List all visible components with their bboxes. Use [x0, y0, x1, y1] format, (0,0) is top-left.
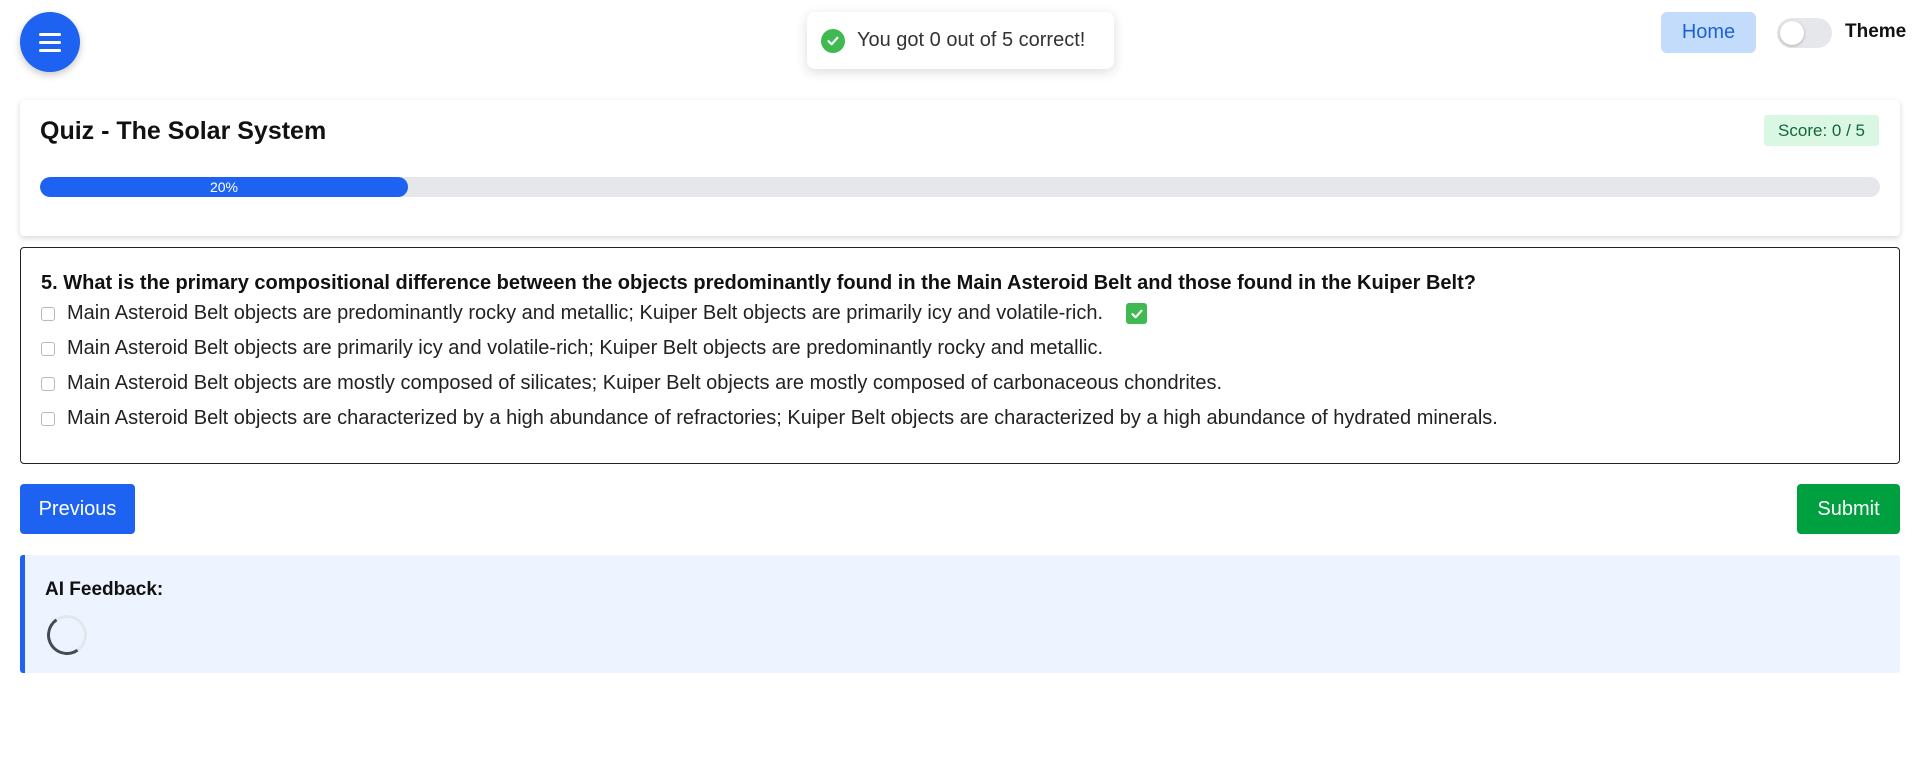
option-checkbox[interactable] [41, 411, 55, 426]
answer-option[interactable]: Main Asteroid Belt objects are mostly co… [41, 372, 1222, 395]
home-button[interactable]: Home [1661, 12, 1756, 53]
option-label: Main Asteroid Belt objects are primarily… [67, 337, 1104, 359]
option-checkbox[interactable] [41, 306, 55, 321]
previous-button[interactable]: Previous [20, 484, 135, 534]
result-toast: You got 0 out of 5 correct! [807, 12, 1114, 69]
option-label: Main Asteroid Belt objects are mostly co… [67, 372, 1223, 394]
check-circle-icon [821, 28, 845, 53]
ai-feedback-panel: AI Feedback: [20, 555, 1900, 673]
answer-option[interactable]: Main Asteroid Belt objects are character… [41, 407, 1498, 430]
progress-fill: 20% [40, 177, 408, 197]
toast-message: You got 0 out of 5 correct! [857, 29, 1086, 51]
quiz-header-card: Quiz - The Solar System Score: 0 / 5 20% [20, 100, 1900, 236]
answer-option[interactable]: Main Asteroid Belt objects are predomina… [41, 302, 1148, 325]
option-checkbox[interactable] [41, 376, 55, 391]
correct-check-icon [1126, 303, 1148, 324]
option-checkbox[interactable] [41, 341, 55, 356]
theme-label: Theme [1845, 21, 1907, 42]
score-badge: Score: 0 / 5 [1764, 115, 1879, 146]
loading-spinner-icon [43, 611, 91, 659]
answer-option[interactable]: Main Asteroid Belt objects are primarily… [41, 337, 1103, 360]
feedback-title: AI Feedback: [45, 579, 164, 600]
progress-bar: 20% [40, 177, 1880, 197]
question-card: 5. What is the primary compositional dif… [20, 247, 1900, 464]
option-label: Main Asteroid Belt objects are character… [67, 407, 1498, 429]
option-label: Main Asteroid Belt objects are predomina… [67, 302, 1104, 324]
theme-toggle[interactable] [1777, 18, 1832, 48]
quiz-title: Quiz - The Solar System [40, 117, 327, 145]
question-text: 5. What is the primary compositional dif… [41, 272, 1476, 294]
quiz-page: AI-Assisted Quiz Home Theme You got 0 ou… [0, 0, 1912, 768]
toggle-knob [1780, 21, 1804, 45]
submit-button[interactable]: Submit [1797, 484, 1900, 534]
